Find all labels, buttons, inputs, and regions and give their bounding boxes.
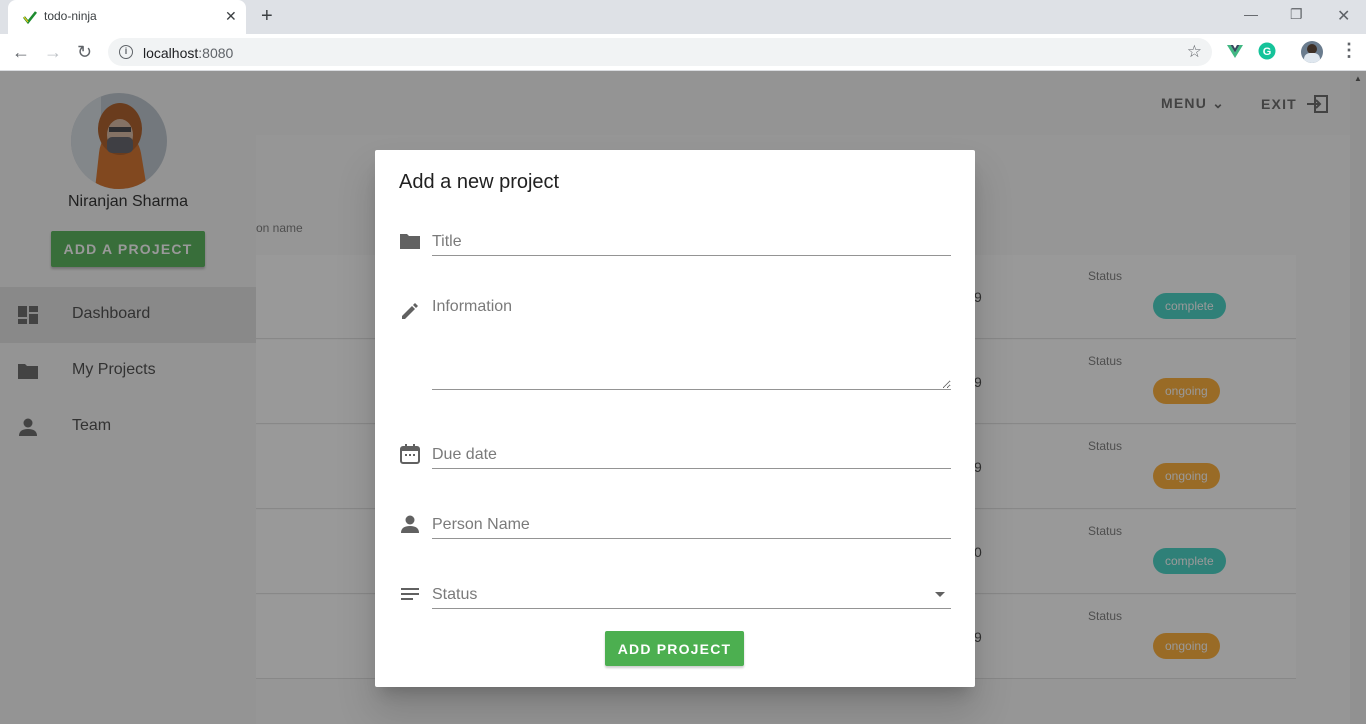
vue-devtools-icon[interactable] [1226,42,1244,60]
grammarly-icon[interactable]: G [1258,42,1276,60]
browser-menu-icon[interactable]: ⋮ [1340,40,1358,61]
reload-icon[interactable]: ↻ [77,42,92,63]
status-select[interactable] [432,581,951,609]
svg-text:G: G [1263,46,1272,58]
window-close-icon[interactable]: ✕ [1337,6,1350,26]
subject-lines-icon [401,588,419,600]
forward-icon[interactable]: → [44,42,62,63]
calendar-icon [400,444,420,464]
browser-tab[interactable]: todo-ninja ✕ [8,0,246,34]
browser-tab-strip: todo-ninja ✕ + — ❐ ✕ [0,0,1366,34]
new-tab-icon[interactable]: + [261,5,273,28]
add-project-dialog: Add a new project Title Information Due … [375,150,975,687]
add-project-button[interactable]: ADD PROJECT [605,631,744,666]
app-viewport: MENU ⌄ EXIT on name 9 Status complete 9 … [0,71,1366,724]
drawer-shade [0,71,256,724]
minimize-icon[interactable]: — [1244,6,1258,22]
tab-close-icon[interactable]: ✕ [225,8,237,25]
back-icon[interactable]: ← [12,42,30,63]
due-date-input[interactable] [432,441,951,469]
url-text[interactable]: localhost:8080 [143,45,233,61]
folder-icon [400,234,420,249]
dropdown-arrow-icon[interactable] [935,592,945,597]
address-bar[interactable]: i localhost:8080 ☆ [108,38,1212,66]
information-textarea[interactable] [432,298,951,390]
pencil-icon [402,303,418,319]
person-icon [401,515,419,533]
person-name-input[interactable] [432,511,951,539]
browser-toolbar: ← → ↻ i localhost:8080 ☆ G ⋮ [0,34,1366,71]
tab-title: todo-ninja [44,9,97,23]
checkmark-favicon-icon [22,11,38,25]
dialog-title: Add a new project [399,171,560,193]
info-icon[interactable]: i [119,45,133,59]
browser-profile-avatar[interactable] [1301,41,1323,63]
title-input[interactable] [432,228,951,256]
bookmark-star-icon[interactable]: ☆ [1187,42,1202,62]
navigation-drawer: Niranjan Sharma ADD A PROJECT Dashboard … [0,71,256,724]
restore-icon[interactable]: ❐ [1290,6,1303,23]
